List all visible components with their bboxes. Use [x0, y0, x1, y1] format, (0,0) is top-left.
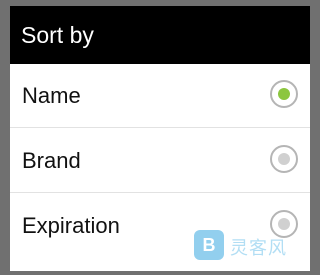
radio-dot-icon [278, 88, 290, 100]
watermark-icon: B [194, 230, 224, 260]
radio-dot-icon [278, 153, 290, 165]
radio-dot-icon [278, 218, 290, 230]
radio-selected-icon[interactable] [270, 80, 298, 108]
sort-option-label: Expiration [22, 213, 120, 238]
watermark-text: 灵客风 [230, 238, 287, 258]
radio-unselected-icon[interactable] [270, 145, 298, 173]
sort-option-label: Brand [22, 148, 81, 173]
sort-option-label: Name [22, 83, 81, 108]
sort-option-name[interactable]: Name [10, 64, 310, 128]
watermark-icon-letter: B [202, 235, 216, 255]
dialog-backdrop: Sort by Name Brand Expiration B 灵客风 [0, 0, 320, 275]
dialog-title: Sort by [10, 6, 310, 64]
sort-option-brand[interactable]: Brand [10, 129, 310, 193]
watermark-logo: B 灵客风 [194, 230, 314, 264]
